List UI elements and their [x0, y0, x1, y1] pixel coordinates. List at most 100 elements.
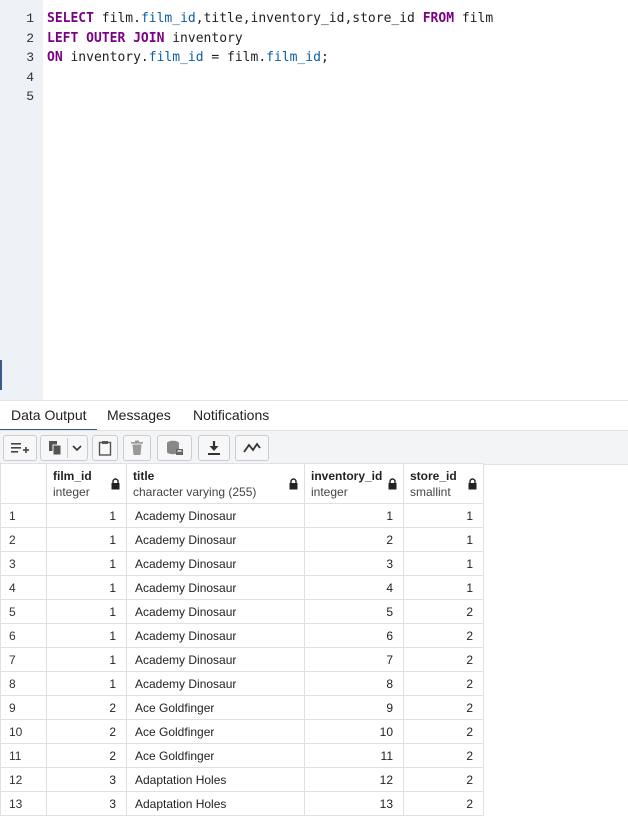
sql-editor[interactable]: 12345 SELECT film.film_id,title,inventor…	[0, 0, 628, 400]
row-number[interactable]: 10	[0, 719, 47, 744]
table-row[interactable]: 13 3 Adaptation Holes 13 2	[0, 791, 484, 816]
table-row[interactable]: 9 2 Ace Goldfinger 9 2	[0, 695, 484, 720]
cell-store-id[interactable]: 1	[403, 503, 484, 528]
column-header-title[interactable]: title character varying (255)	[126, 463, 305, 504]
cell-store-id[interactable]: 2	[403, 743, 484, 768]
add-row-button[interactable]	[3, 435, 37, 461]
cell-inventory-id[interactable]: 6	[304, 623, 404, 648]
cell-inventory-id[interactable]: 10	[304, 719, 404, 744]
cell-store-id[interactable]: 2	[403, 719, 484, 744]
row-number-header[interactable]	[0, 463, 47, 504]
column-header-store-id[interactable]: store_id smallint	[403, 463, 484, 504]
cell-store-id[interactable]: 2	[403, 647, 484, 672]
cell-title[interactable]: Academy Dinosaur	[126, 527, 305, 552]
tab-data-output[interactable]: Data Output	[11, 407, 87, 423]
table-row[interactable]: 5 1 Academy Dinosaur 5 2	[0, 599, 484, 624]
cell-inventory-id[interactable]: 1	[304, 503, 404, 528]
cell-title[interactable]: Academy Dinosaur	[126, 503, 305, 528]
cell-store-id[interactable]: 2	[403, 767, 484, 792]
cell-title[interactable]: Ace Goldfinger	[126, 695, 305, 720]
lock-icon	[468, 478, 477, 490]
cell-store-id[interactable]: 1	[403, 551, 484, 576]
cell-store-id[interactable]: 2	[403, 671, 484, 696]
tab-notifications[interactable]: Notifications	[193, 407, 269, 423]
row-number[interactable]: 9	[0, 695, 47, 720]
cell-title[interactable]: Ace Goldfinger	[126, 743, 305, 768]
row-number[interactable]: 13	[0, 791, 47, 816]
cell-film-id[interactable]: 1	[46, 527, 127, 552]
column-header-inventory-id[interactable]: inventory_id integer	[304, 463, 404, 504]
cell-film-id[interactable]: 3	[46, 791, 127, 816]
cell-film-id[interactable]: 2	[46, 743, 127, 768]
table-row[interactable]: 3 1 Academy Dinosaur 3 1	[0, 551, 484, 576]
cell-store-id[interactable]: 1	[403, 575, 484, 600]
table-row[interactable]: 11 2 Ace Goldfinger 11 2	[0, 743, 484, 768]
cell-store-id[interactable]: 2	[403, 695, 484, 720]
code-line[interactable]: SELECT film.film_id,title,inventory_id,s…	[47, 11, 493, 26]
cell-store-id[interactable]: 2	[403, 791, 484, 816]
row-number[interactable]: 8	[0, 671, 47, 696]
row-number[interactable]: 5	[0, 599, 47, 624]
table-row[interactable]: 12 3 Adaptation Holes 12 2	[0, 767, 484, 792]
table-row[interactable]: 1 1 Academy Dinosaur 1 1	[0, 503, 484, 528]
cell-film-id[interactable]: 3	[46, 767, 127, 792]
row-number[interactable]: 1	[0, 503, 47, 528]
code-line[interactable]: ON inventory.film_id = film.film_id;	[47, 50, 329, 65]
row-number[interactable]: 6	[0, 623, 47, 648]
cell-film-id[interactable]: 1	[46, 671, 127, 696]
cell-title[interactable]: Academy Dinosaur	[126, 599, 305, 624]
table-row[interactable]: 4 1 Academy Dinosaur 4 1	[0, 575, 484, 600]
cell-film-id[interactable]: 2	[46, 719, 127, 744]
table-row[interactable]: 2 1 Academy Dinosaur 2 1	[0, 527, 484, 552]
copy-button[interactable]	[40, 435, 88, 461]
cell-inventory-id[interactable]: 11	[304, 743, 404, 768]
cell-title[interactable]: Academy Dinosaur	[126, 551, 305, 576]
column-header-film-id[interactable]: film_id integer	[46, 463, 127, 504]
cell-title[interactable]: Adaptation Holes	[126, 767, 305, 792]
row-number[interactable]: 7	[0, 647, 47, 672]
cell-title[interactable]: Academy Dinosaur	[126, 623, 305, 648]
delete-button[interactable]	[123, 435, 151, 461]
cell-title[interactable]: Academy Dinosaur	[126, 671, 305, 696]
cell-store-id[interactable]: 2	[403, 623, 484, 648]
cell-film-id[interactable]: 1	[46, 599, 127, 624]
cell-title[interactable]: Adaptation Holes	[126, 791, 305, 816]
cell-film-id[interactable]: 1	[46, 575, 127, 600]
cell-inventory-id[interactable]: 3	[304, 551, 404, 576]
chevron-down-icon[interactable]	[71, 444, 82, 452]
cell-inventory-id[interactable]: 2	[304, 527, 404, 552]
cell-title[interactable]: Academy Dinosaur	[126, 647, 305, 672]
cell-inventory-id[interactable]: 7	[304, 647, 404, 672]
cell-film-id[interactable]: 1	[46, 551, 127, 576]
cell-inventory-id[interactable]: 4	[304, 575, 404, 600]
row-number[interactable]: 2	[0, 527, 47, 552]
row-number[interactable]: 11	[0, 743, 47, 768]
cell-film-id[interactable]: 1	[46, 503, 127, 528]
table-row[interactable]: 10 2 Ace Goldfinger 10 2	[0, 719, 484, 744]
row-number[interactable]: 3	[0, 551, 47, 576]
table-row[interactable]: 6 1 Academy Dinosaur 6 2	[0, 623, 484, 648]
cell-inventory-id[interactable]: 5	[304, 599, 404, 624]
cell-title[interactable]: Academy Dinosaur	[126, 575, 305, 600]
cell-inventory-id[interactable]: 12	[304, 767, 404, 792]
table-row[interactable]: 8 1 Academy Dinosaur 8 2	[0, 671, 484, 696]
cell-inventory-id[interactable]: 13	[304, 791, 404, 816]
cell-store-id[interactable]: 2	[403, 599, 484, 624]
code-line[interactable]: LEFT OUTER JOIN inventory	[47, 31, 243, 46]
cell-film-id[interactable]: 1	[46, 623, 127, 648]
tab-messages[interactable]: Messages	[107, 407, 171, 423]
row-number[interactable]: 4	[0, 575, 47, 600]
paste-button[interactable]	[92, 435, 118, 461]
cell-store-id[interactable]: 1	[403, 527, 484, 552]
cell-title[interactable]: Ace Goldfinger	[126, 719, 305, 744]
row-number[interactable]: 12	[0, 767, 47, 792]
data-output-toolbar	[0, 430, 628, 465]
cell-inventory-id[interactable]: 8	[304, 671, 404, 696]
cell-film-id[interactable]: 2	[46, 695, 127, 720]
table-row[interactable]: 7 1 Academy Dinosaur 7 2	[0, 647, 484, 672]
cell-film-id[interactable]: 1	[46, 647, 127, 672]
graph-visualiser-button[interactable]	[235, 435, 269, 461]
download-button[interactable]	[198, 435, 230, 461]
save-data-button[interactable]	[157, 435, 192, 461]
cell-inventory-id[interactable]: 9	[304, 695, 404, 720]
